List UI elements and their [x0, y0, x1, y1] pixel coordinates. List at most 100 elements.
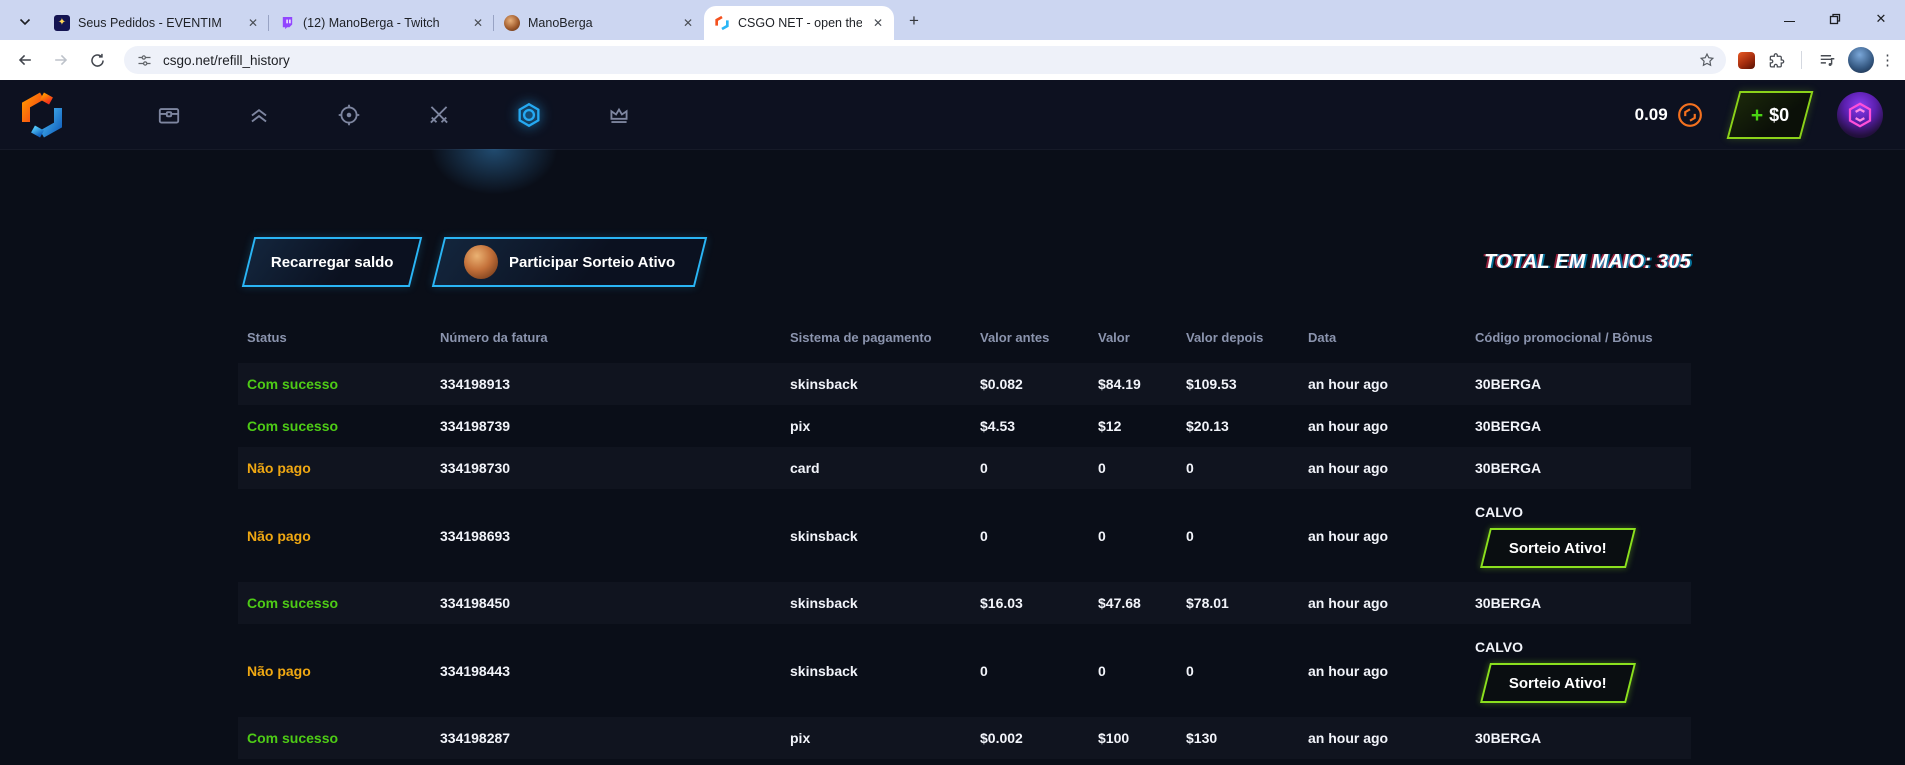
value-after: 0	[1186, 663, 1308, 679]
browser-menu-button[interactable]: ⋮	[1880, 51, 1895, 69]
nav-item-vip[interactable]	[574, 80, 664, 150]
sorteio-ativo-button[interactable]: Sorteio Ativo!	[1480, 528, 1636, 568]
promo-code: 30BERGA	[1475, 730, 1691, 746]
date: an hour ago	[1308, 730, 1475, 746]
restore-icon	[1828, 12, 1842, 26]
table-row: Com sucesso 334198913 skinsback $0.082 $…	[238, 363, 1691, 405]
restore-button[interactable]	[1825, 9, 1845, 29]
value-after: $109.53	[1186, 376, 1308, 392]
value-after: $130	[1186, 730, 1308, 746]
sorteio-ativo-button[interactable]: Sorteio Ativo!	[1480, 663, 1636, 703]
plus-icon: +	[1751, 105, 1763, 126]
back-icon	[15, 50, 35, 70]
close-window-button[interactable]: ✕	[1871, 9, 1891, 29]
value-after: 0	[1186, 460, 1308, 476]
nav-item-cases[interactable]	[124, 80, 214, 150]
tab-close-icon[interactable]: ✕	[245, 15, 261, 31]
tab-csgonet-active[interactable]: CSGO NET - open the best CS:G ✕	[704, 6, 894, 40]
twitch-favicon	[279, 15, 295, 31]
browser-toolbar: csgo.net/refill_history ⋮	[0, 40, 1905, 80]
table-row: Não pago 334198693 skinsback 0 0 0 an ho…	[238, 489, 1691, 582]
tab-twitch[interactable]: (12) ManoBerga - Twitch ✕	[269, 6, 494, 40]
tab-close-icon[interactable]: ✕	[680, 15, 696, 31]
promo-code: 30BERGA	[1475, 376, 1691, 392]
participar-sorteio-label: Participar Sorteio Ativo	[509, 254, 675, 271]
tab-close-icon[interactable]: ✕	[870, 15, 886, 31]
value-before: $0.002	[980, 730, 1098, 746]
bookmark-star-icon[interactable]	[1698, 51, 1716, 69]
invoice-number: 334198287	[440, 730, 790, 746]
nav-item-upgrade[interactable]	[214, 80, 304, 150]
promo-code: 30BERGA	[1475, 595, 1691, 611]
payment-system: skinsback	[790, 528, 980, 544]
tab-search-button[interactable]	[10, 8, 40, 36]
browser-window: ✦ Seus Pedidos - EVENTIM ✕ (12) ManoBerg…	[0, 0, 1905, 765]
header-invoice: Número da fatura	[440, 330, 790, 345]
value-before: 0	[980, 460, 1098, 476]
date: an hour ago	[1308, 418, 1475, 434]
tab-title: Seus Pedidos - EVENTIM	[78, 16, 237, 30]
refill-history-page: Recarregar saldo Participar Sorteio Ativ…	[0, 237, 1905, 759]
address-bar[interactable]: csgo.net/refill_history	[124, 46, 1726, 74]
value: 0	[1098, 663, 1186, 679]
header-system: Sistema de pagamento	[790, 330, 980, 345]
site-nav-items	[124, 80, 664, 150]
csgonet-logo[interactable]	[18, 91, 66, 139]
media-playlist-icon	[1818, 51, 1837, 70]
value: $100	[1098, 730, 1186, 746]
invoice-number: 334198693	[440, 528, 790, 544]
tab-close-icon[interactable]: ✕	[470, 15, 486, 31]
extensions-button[interactable]	[1761, 45, 1791, 75]
tab-title: ManoBerga	[528, 16, 672, 30]
promo-cell: CALVO Sorteio Ativo!	[1475, 496, 1691, 576]
tab-manoberga[interactable]: ManoBerga ✕	[494, 6, 704, 40]
value: 0	[1098, 528, 1186, 544]
url-text[interactable]: csgo.net/refill_history	[163, 53, 1688, 68]
header-before: Valor antes	[980, 330, 1098, 345]
extension-thumbnail-icon[interactable]	[1738, 52, 1755, 69]
tab-title: (12) ManoBerga - Twitch	[303, 16, 462, 30]
header-value: Valor	[1098, 330, 1186, 345]
participar-sorteio-button[interactable]: Participar Sorteio Ativo	[432, 237, 708, 287]
payment-system: skinsback	[790, 376, 980, 392]
avatar-favicon	[504, 15, 520, 31]
tab-title: CSGO NET - open the best CS:G	[738, 16, 862, 30]
actions-row: Recarregar saldo Participar Sorteio Ativ…	[238, 237, 1691, 287]
promo-code: CALVO	[1475, 639, 1523, 655]
site-info-icon[interactable]	[136, 52, 153, 69]
value-after: 0	[1186, 528, 1308, 544]
invoice-number: 334198913	[440, 376, 790, 392]
minimize-button[interactable]	[1779, 9, 1799, 29]
table-row: Com sucesso 334198450 skinsback $16.03 $…	[238, 582, 1691, 624]
monthly-total-label: TOTAL EM MAIO: 305	[1484, 251, 1691, 274]
browser-profile-avatar[interactable]	[1848, 47, 1874, 73]
nav-item-battles[interactable]	[394, 80, 484, 150]
forward-button[interactable]	[46, 45, 76, 75]
tab-eventim[interactable]: ✦ Seus Pedidos - EVENTIM ✕	[44, 6, 269, 40]
double-chevron-up-icon	[246, 102, 272, 128]
nav-item-refill-active[interactable]	[484, 80, 574, 150]
nav-item-target[interactable]	[304, 80, 394, 150]
case-icon	[156, 102, 182, 128]
invoice-number: 334198739	[440, 418, 790, 434]
recarregar-saldo-label: Recarregar saldo	[271, 254, 394, 271]
table-row: Não pago 334198730 card 0 0 0 an hour ag…	[238, 447, 1691, 489]
promo-code: CALVO	[1475, 504, 1523, 520]
header-date: Data	[1308, 330, 1475, 345]
deposit-button[interactable]: + $0	[1726, 91, 1813, 139]
header-after: Valor depois	[1186, 330, 1308, 345]
user-avatar[interactable]	[1837, 92, 1883, 138]
new-tab-button[interactable]: +	[900, 7, 928, 35]
date: an hour ago	[1308, 460, 1475, 476]
value: $84.19	[1098, 376, 1186, 392]
back-button[interactable]	[10, 45, 40, 75]
crown-icon	[606, 102, 632, 128]
toolbar-divider	[1801, 51, 1802, 69]
invoice-number: 334198443	[440, 663, 790, 679]
value-after: $78.01	[1186, 595, 1308, 611]
date: an hour ago	[1308, 376, 1475, 392]
target-icon	[336, 102, 362, 128]
recarregar-saldo-button[interactable]: Recarregar saldo	[242, 237, 422, 287]
media-controls-button[interactable]	[1812, 45, 1842, 75]
reload-button[interactable]	[82, 45, 112, 75]
